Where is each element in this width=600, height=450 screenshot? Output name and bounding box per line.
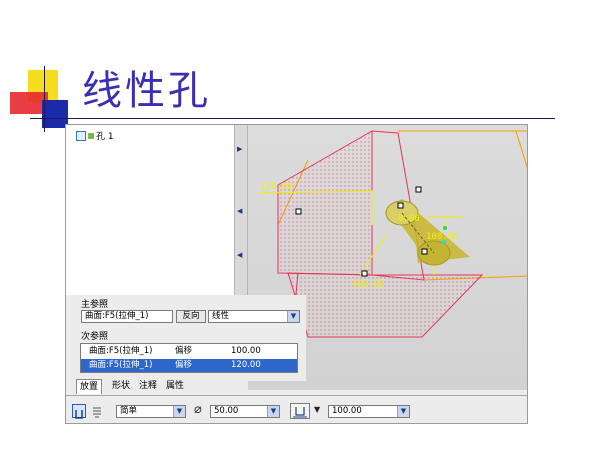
cad-window: 孔 1 ▶ ◀ ◀ 120.00 0.00 100.00 100.00 主参照 … <box>65 124 528 424</box>
deco-vertical-line <box>44 66 45 132</box>
dimension-text-bottom[interactable]: 100.00 <box>352 280 385 290</box>
depth-option-dropdown-icon[interactable]: ▼ <box>314 405 320 414</box>
tab-placement[interactable]: 放置 <box>76 379 103 394</box>
tab-annotation[interactable]: 注释 <box>139 379 157 393</box>
row-ref: 曲面:F5(拉伸_1) <box>89 346 153 356</box>
hole-feature-icon <box>88 132 94 139</box>
secondary-ref-label: 次参照 <box>81 332 109 342</box>
deco-horizontal-line <box>30 118 555 119</box>
surface-left-face[interactable] <box>277 130 373 276</box>
secondary-ref-table: 曲面:F5(拉伸_1) 偏移 100.00 曲面:F5(拉伸_1) 偏移 120… <box>80 343 298 373</box>
feature-dashboard: 简单 ▼ ⌀ 50.00 ▼ ▼ 100.00 ▼ <box>66 395 527 423</box>
hole-type-value: 简单 <box>120 406 138 416</box>
panel-splitter[interactable]: ▶ ◀ ◀ <box>234 125 248 295</box>
collapse-arrow-icon[interactable]: ▶ <box>237 145 242 153</box>
row-type: 偏移 <box>175 346 193 356</box>
chevron-down-icon[interactable]: ▼ <box>287 311 299 322</box>
dimension-text-top[interactable]: 0.00 <box>398 214 420 224</box>
primary-ref-field[interactable]: 曲面:F5(拉伸_1) <box>81 310 173 323</box>
placement-type-value: 线性 <box>212 311 230 321</box>
expand-arrow-icon[interactable]: ◀ <box>237 251 242 259</box>
standard-hole-icon[interactable] <box>90 404 104 418</box>
expand-arrow-icon[interactable]: ◀ <box>237 207 242 215</box>
dimension-text-left[interactable]: 120.00 <box>260 182 293 192</box>
dimension-text-right[interactable]: 100.00 <box>426 232 459 242</box>
tree-node-label: 孔 1 <box>96 132 114 142</box>
row-value[interactable]: 120.00 <box>231 359 261 372</box>
drag-handle[interactable] <box>415 186 422 193</box>
row-value[interactable]: 100.00 <box>231 345 261 358</box>
reverse-button[interactable]: 反向 <box>176 310 206 323</box>
tab-bar: 放置 形状 注释 属性 <box>66 378 527 394</box>
tree-node-hole[interactable]: 孔 1 <box>76 129 114 142</box>
chevron-down-icon[interactable]: ▼ <box>397 406 409 417</box>
diameter-input[interactable]: 50.00 ▼ <box>210 405 280 418</box>
simple-hole-icon[interactable] <box>72 404 86 419</box>
surface-bottom-face[interactable] <box>287 272 484 338</box>
depth-option-icon[interactable] <box>290 403 310 419</box>
row-ref: 曲面:F5(拉伸_1) <box>89 360 153 370</box>
chevron-down-icon[interactable]: ▼ <box>173 406 185 417</box>
row-type: 偏移 <box>175 360 193 370</box>
chevron-down-icon[interactable]: ▼ <box>267 406 279 417</box>
placement-panel: 主参照 曲面:F5(拉伸_1) 反向 线性 ▼ 次参照 曲面:F5(拉伸_1) … <box>78 295 306 381</box>
tab-shape[interactable]: 形状 <box>112 379 130 393</box>
drag-handle[interactable] <box>421 248 428 255</box>
part-icon <box>76 130 86 141</box>
hole-type-select[interactable]: 简单 ▼ <box>116 405 186 418</box>
drag-handle[interactable] <box>361 270 368 277</box>
table-row-selected[interactable]: 曲面:F5(拉伸_1) 偏移 120.00 <box>81 359 297 372</box>
table-row[interactable]: 曲面:F5(拉伸_1) 偏移 100.00 <box>81 345 297 358</box>
drag-handle[interactable] <box>295 208 302 215</box>
depth-input[interactable]: 100.00 ▼ <box>328 405 410 418</box>
slide-title: 线性孔 <box>82 68 211 114</box>
model-tree: 孔 1 <box>66 125 234 295</box>
handle-dot-green[interactable] <box>443 226 447 230</box>
tab-properties[interactable]: 属性 <box>166 379 184 393</box>
drag-handle[interactable] <box>397 202 404 209</box>
diameter-icon: ⌀ <box>194 402 202 417</box>
placement-type-select[interactable]: 线性 ▼ <box>208 310 300 323</box>
primary-ref-label: 主参照 <box>81 300 109 310</box>
depth-value: 100.00 <box>332 406 362 416</box>
diameter-value: 50.00 <box>214 406 239 416</box>
box-edge <box>515 130 527 169</box>
